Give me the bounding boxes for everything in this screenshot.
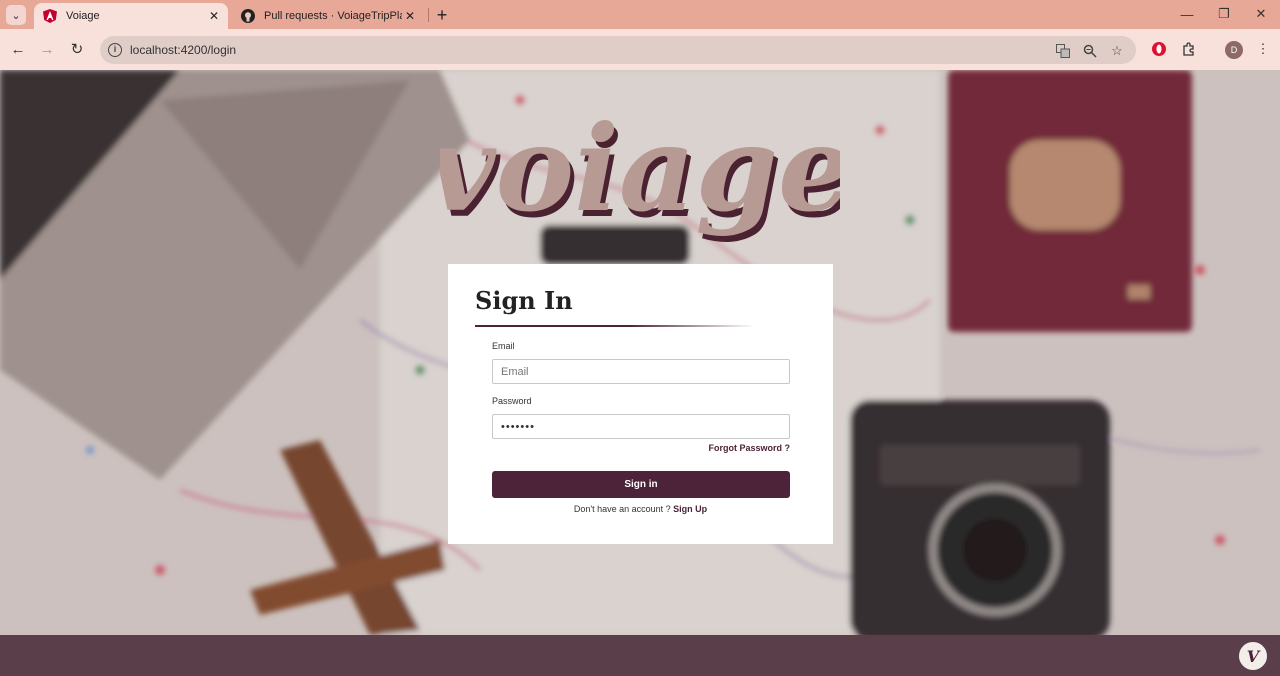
signin-heading: Sign In xyxy=(475,286,573,315)
close-icon[interactable]: ✕ xyxy=(206,8,222,24)
translate-icon[interactable] xyxy=(1055,43,1071,59)
voiage-logo: voiage voiage xyxy=(427,80,857,250)
reload-button[interactable]: ↻ xyxy=(67,39,87,59)
email-label: Email xyxy=(492,341,515,351)
signup-prompt: Don't have an account ? xyxy=(573,504,671,514)
browser-menu-icon[interactable]: ⋮ xyxy=(1253,39,1273,59)
tab-strip: ⌄ Voiage ✕ Pull requests · VoiageTripPla… xyxy=(0,0,1280,29)
back-button[interactable]: ← xyxy=(8,39,28,59)
signin-card: Sign In Email Password ••••••• Forgot Pa… xyxy=(448,264,833,544)
restore-button[interactable]: ❐ xyxy=(1207,4,1241,24)
url-text: localhost:4200/login xyxy=(130,43,237,57)
footer-band xyxy=(0,635,1280,676)
login-page: voiage voiage Sign In Email Password •••… xyxy=(0,70,1280,676)
forgot-password-link[interactable]: Forgot Password ? xyxy=(708,443,790,453)
logo-text: voiage xyxy=(440,99,840,238)
close-window-button[interactable]: ✕ xyxy=(1244,4,1278,24)
signup-link[interactable]: Sign Up xyxy=(673,504,707,514)
address-bar[interactable]: i localhost:4200/login ☆ xyxy=(100,36,1136,64)
password-field[interactable]: ••••••• xyxy=(492,414,790,439)
opera-extension-icon[interactable] xyxy=(1149,39,1169,59)
site-info-icon[interactable]: i xyxy=(108,43,122,57)
extensions-puzzle-icon[interactable] xyxy=(1179,39,1199,59)
tab-voiage[interactable]: Voiage ✕ xyxy=(34,3,228,29)
tab-pull-requests[interactable]: Pull requests · VoiageTripPlanner ✕ xyxy=(232,3,424,29)
zoom-icon[interactable] xyxy=(1082,43,1098,59)
tab-divider xyxy=(428,8,429,22)
tab-search-button[interactable]: ⌄ xyxy=(6,5,26,25)
tab-title: Pull requests · VoiageTripPlanner xyxy=(264,10,402,22)
new-tab-button[interactable]: + xyxy=(432,5,452,25)
app-badge-icon[interactable]: V xyxy=(1237,640,1269,672)
signin-button[interactable]: Sign in xyxy=(492,471,790,498)
angular-icon xyxy=(42,8,58,24)
email-field[interactable] xyxy=(492,359,790,384)
password-label: Password xyxy=(492,396,532,406)
minimize-button[interactable]: — xyxy=(1170,4,1204,24)
signup-prompt-line: Don't have an account ? Sign Up xyxy=(448,504,833,514)
forward-button[interactable]: → xyxy=(37,39,57,59)
close-icon[interactable]: ✕ xyxy=(402,8,418,24)
tab-title: Voiage xyxy=(66,10,100,22)
github-icon xyxy=(240,8,256,24)
browser-toolbar: ← → ↻ i localhost:4200/login ☆ D ⋮ xyxy=(0,29,1280,70)
profile-avatar[interactable]: D xyxy=(1225,41,1243,59)
heading-underline xyxy=(475,325,755,327)
bookmark-star-icon[interactable]: ☆ xyxy=(1109,43,1125,59)
